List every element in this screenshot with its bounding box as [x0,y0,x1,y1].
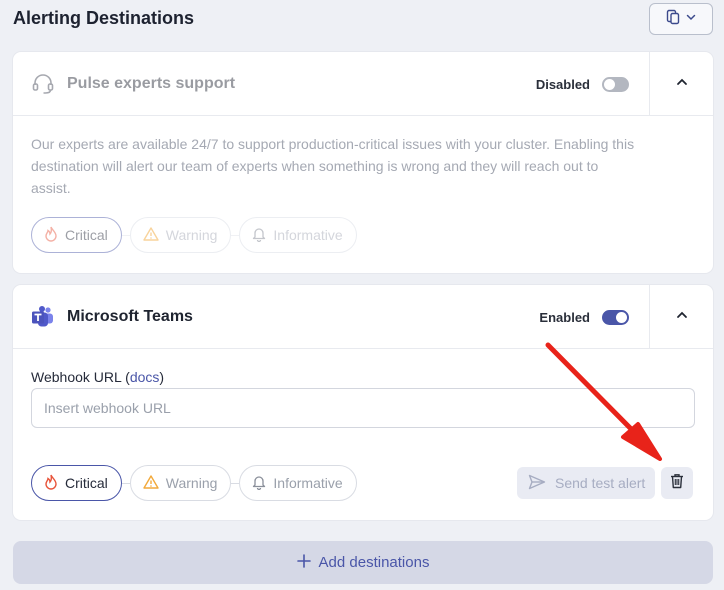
destination-description: Our experts are available 24/7 to suppor… [31,136,635,196]
webhook-label-text: Webhook URL [31,369,122,385]
page-header: Alerting Destinations [13,0,713,36]
severity-chip-informative[interactable]: Informative [239,465,357,501]
page-title: Alerting Destinations [13,7,195,28]
destination-card-header: Pulse experts support Disabled [13,52,713,116]
destination-card-pulse: Pulse experts support Disabled Our exper… [13,52,713,273]
webhook-url-label: Webhook URL (docs) [31,369,164,385]
destination-name: Pulse experts support [67,74,236,92]
destination-card-teams: Microsoft Teams Enabled Webhook URL (doc… [13,285,713,520]
chip-connector [121,482,130,484]
chip-connector [231,482,240,484]
destination-card-header: Microsoft Teams Enabled [13,285,713,349]
docs-link[interactable]: docs [130,369,160,385]
trash-icon [670,473,684,494]
severity-label: Critical [65,227,108,243]
send-test-alert-button[interactable]: Send test alert [517,467,655,499]
status-label: Disabled [535,76,590,92]
collapse-button[interactable] [649,285,713,349]
send-test-label: Send test alert [555,475,646,491]
warning-icon [143,226,159,244]
status-label: Enabled [539,309,590,325]
severity-chip-informative[interactable]: Informative [239,217,357,253]
headset-icon [31,72,55,96]
plus-icon [296,553,311,572]
severity-label: Warning [165,227,218,243]
severity-label: Critical [65,475,108,491]
severity-label: Informative [273,227,343,243]
chip-connector [231,234,240,236]
send-icon [528,474,546,493]
warning-icon [143,474,159,492]
severity-label: Warning [165,475,218,491]
flame-icon [44,474,58,493]
chevron-up-icon [675,75,689,94]
enable-toggle[interactable] [602,76,629,92]
copy-icon [665,9,681,30]
collapse-button[interactable] [649,52,713,116]
chevron-up-icon [675,308,689,327]
flame-icon [44,226,58,245]
severity-selector: Critical Warning Informative [31,217,357,253]
webhook-url-input[interactable] [31,388,695,428]
chip-connector [121,234,130,236]
destination-name: Microsoft Teams [67,307,193,325]
delete-destination-button[interactable] [661,467,693,499]
bell-icon [252,226,266,245]
severity-chip-critical[interactable]: Critical [31,465,122,501]
severity-chip-warning[interactable]: Warning [129,217,232,253]
severity-chip-critical[interactable]: Critical [31,217,122,253]
severity-selector: Critical Warning Informative [31,465,357,501]
add-destinations-button[interactable]: Add destinations [13,541,713,584]
severity-label: Informative [273,475,343,491]
chevron-down-icon [685,10,697,28]
enable-toggle[interactable] [602,309,629,325]
paren-close: ) [159,369,165,385]
microsoft-teams-icon [31,305,55,329]
copy-menu-button[interactable] [649,3,713,35]
bell-icon [252,474,266,493]
severity-chip-warning[interactable]: Warning [129,465,232,501]
add-destinations-label: Add destinations [318,554,430,571]
